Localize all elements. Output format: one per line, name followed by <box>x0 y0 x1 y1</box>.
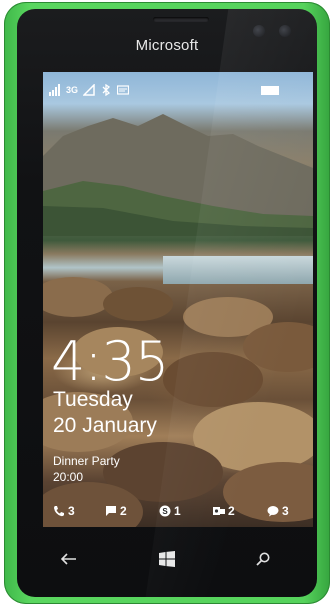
event-title: Dinner Party <box>53 454 120 468</box>
lock-screen[interactable]: 3G 4:35 Tuesday 20 January Dinner Party … <box>43 72 313 527</box>
phone-face: Microsoft 3G 4:35 Tuesday 20 January Din… <box>17 9 317 597</box>
event-time: 20:00 <box>53 470 84 484</box>
bluetooth-icon <box>102 84 111 96</box>
message-status-icon <box>117 85 130 95</box>
notification-count: 2 <box>228 504 235 518</box>
notification-phone: 3 <box>53 504 75 518</box>
notification-count: 3 <box>68 504 75 518</box>
notification-skype: S 1 <box>159 504 181 518</box>
notification-count: 2 <box>120 504 127 518</box>
svg-text:S: S <box>162 507 168 516</box>
notification-outlook: 2 <box>213 504 235 518</box>
back-icon <box>61 553 76 565</box>
proximity-sensor <box>279 25 291 37</box>
notification-messaging: 2 <box>105 504 127 518</box>
phone-shell: Microsoft 3G 4:35 Tuesday 20 January Din… <box>4 2 330 604</box>
windows-start-icon <box>159 551 175 567</box>
rock <box>43 277 113 317</box>
sea <box>163 256 313 284</box>
rock <box>103 287 173 321</box>
lock-time: 4:35 <box>51 330 169 393</box>
notification-count: 3 <box>282 504 289 518</box>
notification-chat: 3 <box>267 504 289 518</box>
brand-logo: Microsoft <box>135 37 199 54</box>
lock-day: Tuesday <box>53 388 133 411</box>
chat-icon <box>267 506 279 517</box>
wifi-icon <box>83 84 95 96</box>
status-bar: 3G <box>49 84 130 96</box>
network-type-label: 3G <box>66 85 79 95</box>
search-icon <box>256 552 270 566</box>
earpiece <box>153 17 209 22</box>
notification-count: 1 <box>174 504 181 518</box>
battery-icon <box>261 86 279 95</box>
outlook-icon <box>213 507 225 515</box>
back-button[interactable] <box>57 549 81 569</box>
skype-icon: S <box>159 505 171 517</box>
phone-icon <box>54 506 64 517</box>
notification-bar: 3 2 S 1 2 3 <box>53 504 313 520</box>
rock <box>163 352 263 407</box>
mountain-background <box>43 114 313 236</box>
front-camera <box>253 25 265 37</box>
signal-strength-icon <box>49 84 60 96</box>
start-button[interactable] <box>155 549 179 569</box>
lock-date: 20 January <box>53 414 157 437</box>
search-button[interactable] <box>251 549 275 569</box>
message-icon <box>106 506 116 516</box>
